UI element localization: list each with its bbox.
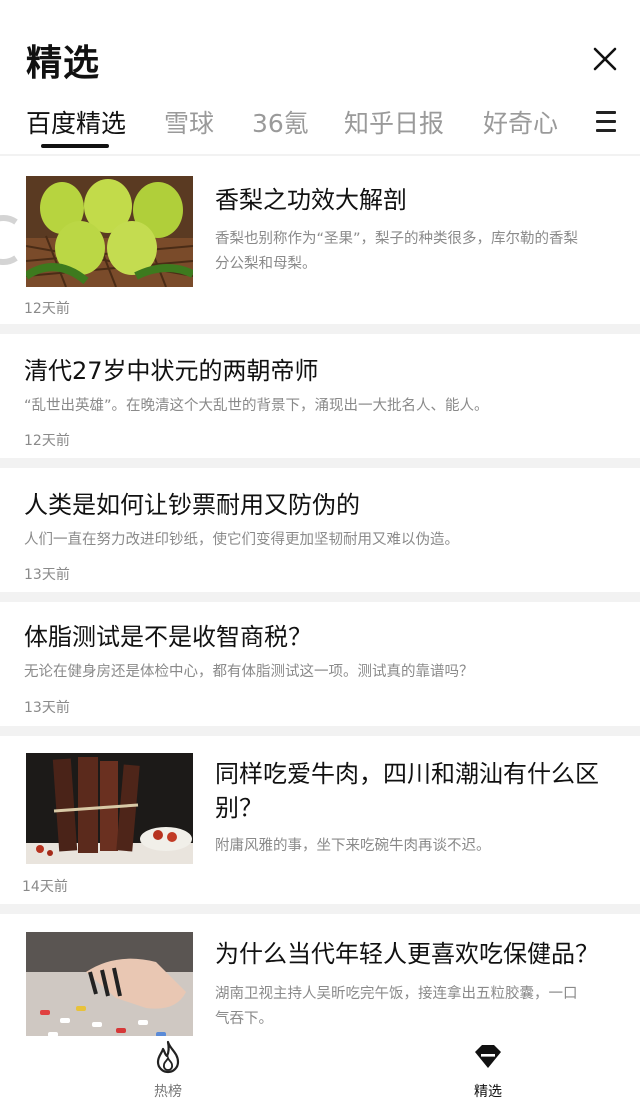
active-tab-indicator (41, 144, 109, 148)
tab-36kr[interactable]: 36氪 (252, 104, 309, 140)
article-summary: 无论在健身房还是体检中心，都有体脂测试这一项。测试真的靠谱吗？ (24, 664, 474, 680)
nav-label: 热榜 (154, 1084, 182, 1100)
flame-icon (156, 1040, 180, 1074)
tab-bar: 百度精选 雪球 36氪 知乎日报 好奇心 (0, 96, 640, 152)
article-time: 12天前 (24, 301, 70, 317)
tab-baidu-selection[interactable]: 百度精选 (26, 104, 126, 140)
page-title: 精选 (26, 43, 101, 84)
article-title: 为什么当代年轻人更喜欢吃保健品？ (215, 940, 599, 968)
article-feed[interactable]: 香梨之功效大解剖 香梨也别称作为“圣果”，梨子的种类很多，库尔勒的香梨 分公梨和… (0, 156, 640, 1036)
nav-label: 精选 (474, 1084, 502, 1100)
article-thumbnail (26, 176, 193, 287)
article-time: 13天前 (24, 567, 70, 583)
refresh-spinner-icon (0, 215, 18, 265)
article-card[interactable]: 香梨之功效大解剖 香梨也别称作为“圣果”，梨子的种类很多，库尔勒的香梨 分公梨和… (0, 156, 640, 324)
article-time: 12天前 (24, 433, 70, 449)
article-summary: “乱世出英雄”。在晚清这个大乱世的背景下，涌现出一大批名人、能人。 (24, 398, 489, 414)
article-summary: 湖南卫视主持人吴昕吃完午饭，接连拿出五粒胶囊，一口 气吞下。 (215, 986, 578, 1027)
article-card[interactable]: 体脂测试是不是收智商税？ 无论在健身房还是体检中心，都有体脂测试这一项。测试真的… (0, 602, 640, 726)
article-time: 14天前 (22, 879, 68, 895)
article-time: 13天前 (24, 700, 70, 716)
card-separator (0, 904, 640, 914)
article-title: 体脂测试是不是收智商税？ (24, 623, 312, 651)
header: 精选 (0, 0, 640, 88)
tab-xueqiu[interactable]: 雪球 (164, 104, 214, 140)
article-summary: 香梨也别称作为“圣果”，梨子的种类很多，库尔勒的香梨 分公梨和母梨。 (215, 231, 579, 272)
card-separator (0, 592, 640, 602)
article-card[interactable]: 人类是如何让钞票耐用又防伪的 人们一直在努力改进印钞纸，使它们变得更加坚韧耐用又… (0, 468, 640, 592)
card-separator (0, 458, 640, 468)
article-summary: 人们一直在努力改进印钞纸，使它们变得更加坚韧耐用又难以伪造。 (24, 532, 459, 548)
tab-zhihu-daily[interactable]: 知乎日报 (344, 104, 444, 140)
nav-hot-list[interactable]: 热榜 (118, 1036, 218, 1104)
card-separator (0, 726, 640, 736)
close-icon (593, 47, 617, 71)
tab-menu-button[interactable] (596, 109, 616, 133)
article-card[interactable]: 清代27岁中状元的两朝帝师 “乱世出英雄”。在晚清这个大乱世的背景下，涌现出一大… (0, 334, 640, 458)
article-card[interactable]: 为什么当代年轻人更喜欢吃保健品？ 湖南卫视主持人吴昕吃完午饭，接连拿出五粒胶囊，… (0, 914, 640, 1036)
article-thumbnail (26, 932, 193, 1036)
close-button[interactable] (588, 42, 622, 76)
article-title: 清代27岁中状元的两朝帝师 (24, 357, 319, 385)
article-card[interactable]: 同样吃爱牛肉，四川和潮汕有什么区 别？ 附庸风雅的事，坐下来吃碗牛肉再谈不迟。 … (0, 736, 640, 904)
nav-selection[interactable]: 精选 (438, 1036, 538, 1104)
article-summary: 附庸风雅的事，坐下来吃碗牛肉再谈不迟。 (215, 838, 491, 854)
article-title: 人类是如何让钞票耐用又防伪的 (24, 491, 360, 519)
tab-qdaily[interactable]: 好奇心 (483, 104, 558, 140)
bottom-nav: 热榜 精选 (0, 1036, 640, 1104)
diamond-icon (475, 1045, 501, 1068)
article-title: 同样吃爱牛肉，四川和潮汕有什么区 别？ (215, 760, 599, 822)
article-title: 香梨之功效大解剖 (215, 186, 407, 214)
article-thumbnail (26, 753, 193, 864)
card-separator (0, 324, 640, 334)
